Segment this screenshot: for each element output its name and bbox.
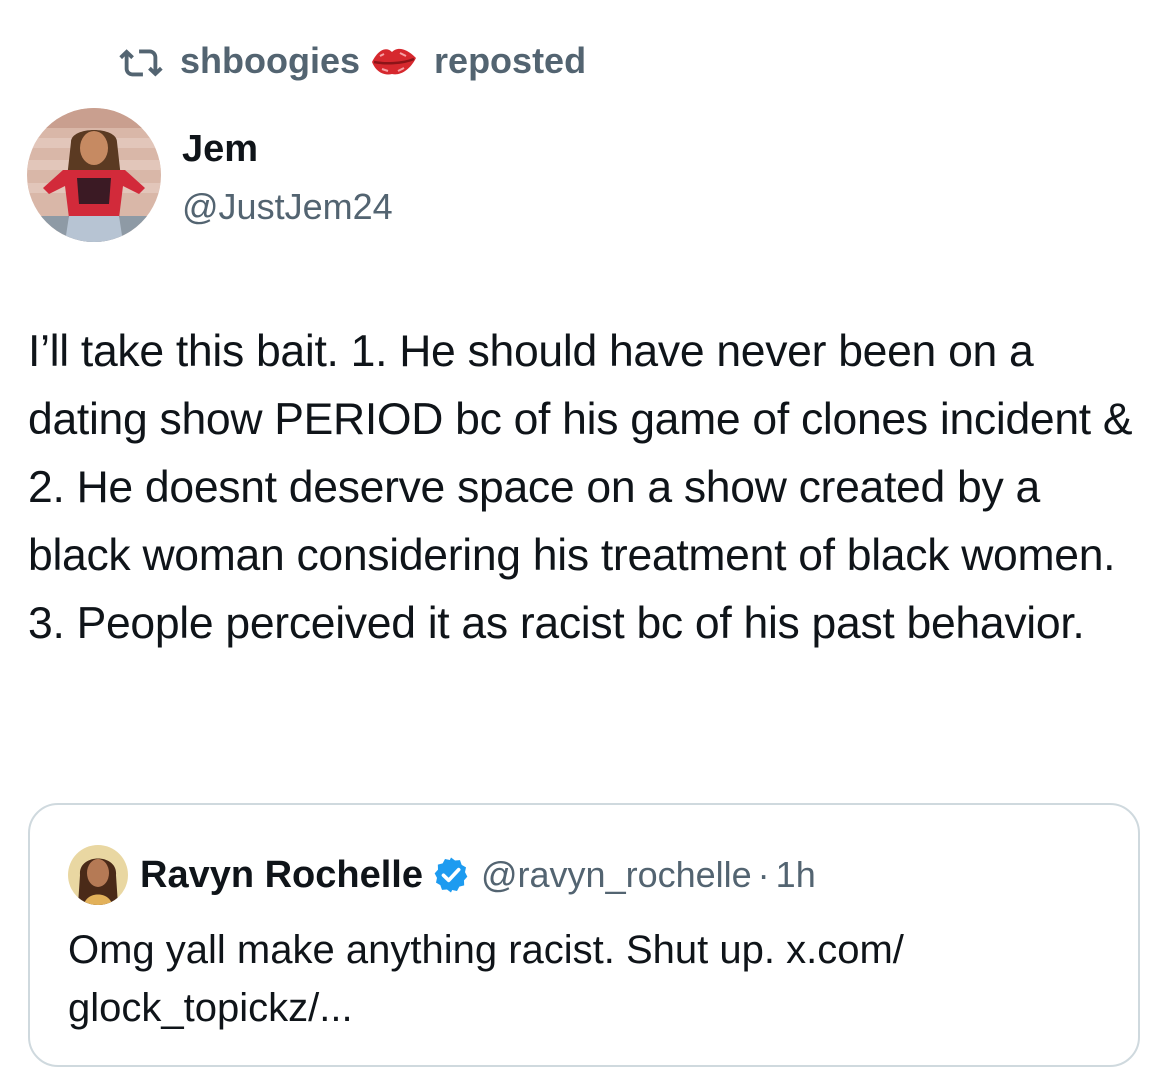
quote-author-handle[interactable]: @ravyn_rochelle xyxy=(481,854,752,896)
quoted-tweet-card[interactable]: Ravyn Rochelle @ravyn_rochelle · 1h Omg … xyxy=(28,803,1140,1067)
quoted-tweet-header: Ravyn Rochelle @ravyn_rochelle · 1h xyxy=(68,845,816,905)
quote-avatar[interactable] xyxy=(68,845,128,905)
quote-author-name[interactable]: Ravyn Rochelle xyxy=(140,854,423,897)
author-handle[interactable]: @JustJem24 xyxy=(182,186,393,228)
repost-header: shboogies reposted xyxy=(118,38,586,84)
avatar[interactable] xyxy=(27,108,161,242)
repost-icon xyxy=(118,38,164,84)
reposter-username[interactable]: shboogies xyxy=(180,40,360,82)
verified-badge-icon xyxy=(431,855,471,895)
reposted-label: reposted xyxy=(434,40,587,81)
tweet-text: I’ll take this bait. 1. He should have n… xyxy=(28,327,1145,648)
quote-timestamp[interactable]: 1h xyxy=(776,854,816,896)
kiss-lips-icon xyxy=(370,41,420,81)
quoted-tweet-text: Omg yall make anything racist. Shut up. … xyxy=(68,928,904,1030)
author-name[interactable]: Jem xyxy=(182,128,258,171)
separator-dot: · xyxy=(757,854,770,895)
